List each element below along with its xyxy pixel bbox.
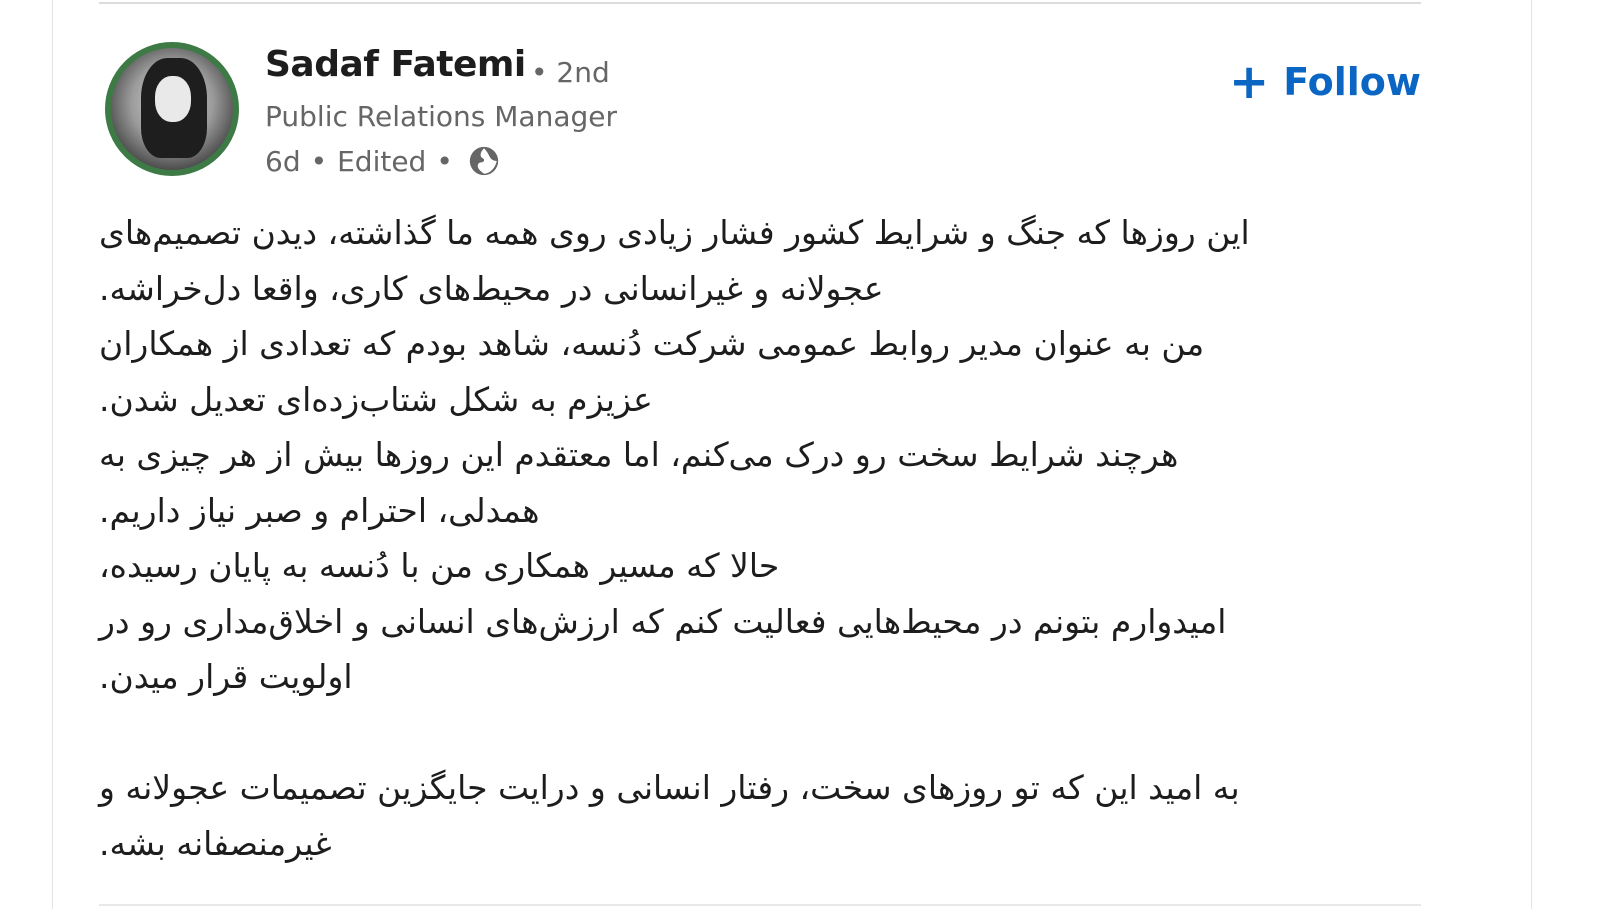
post-line: غیرمنصفانه بشه. [99, 823, 332, 863]
author-headline: Public Relations Manager [265, 100, 617, 133]
avatar[interactable]: #OPENTOWORK [105, 42, 239, 176]
post-meta: 6d • Edited • [265, 144, 501, 178]
post-line: امیدوارم بتونم در محیط‌هایی فعالیت کنم ک… [99, 601, 1227, 641]
post-line: عجولانه و غیرانسانی در محیط‌های کاری، وا… [99, 268, 884, 308]
post-line: عزیزم به شکل شتاب‌زده‌ای تعدیل شدن. [99, 379, 653, 419]
follow-label: Follow [1283, 60, 1422, 104]
plus-icon: + [1229, 54, 1270, 110]
post-line: من به عنوان مدیر روابط عمومی شرکت دُنسه،… [99, 324, 1205, 363]
post-text: این روزها که جنگ و شرایط کشور فشار زیادی… [99, 205, 1409, 871]
author-name[interactable]: Sadaf Fatemi [265, 44, 526, 85]
edited-label: Edited [337, 144, 427, 178]
post-time: 6d [265, 144, 301, 178]
bottom-divider [99, 904, 1421, 906]
post-line: اولویت قرار میدن. [99, 657, 353, 696]
post-card: #OPENTOWORK Sadaf Fatemi • 2nd Public Re… [52, 0, 1532, 909]
separator-dot: • [436, 144, 453, 178]
globe-icon [469, 146, 499, 176]
post-line: به امید این که تو روزهای سخت، رفتار انسا… [99, 768, 1240, 807]
post-line: این روزها که جنگ و شرایط کشور فشار زیادی… [99, 213, 1250, 252]
post-line: هرچند شرایط سخت رو درک می‌کنم، اما معتقد… [99, 435, 1179, 474]
top-divider [99, 2, 1421, 4]
separator-dot: • [310, 144, 328, 178]
post-line: حالا که مسیر همکاری من با دُنسه به پایان… [99, 546, 780, 585]
connection-degree: • 2nd [531, 56, 610, 89]
follow-button[interactable]: + Follow [1229, 58, 1421, 106]
post-line: همدلی، احترام و صبر نیاز داریم. [99, 490, 540, 530]
feed-page: #OPENTOWORK Sadaf Fatemi • 2nd Public Re… [0, 0, 1600, 909]
